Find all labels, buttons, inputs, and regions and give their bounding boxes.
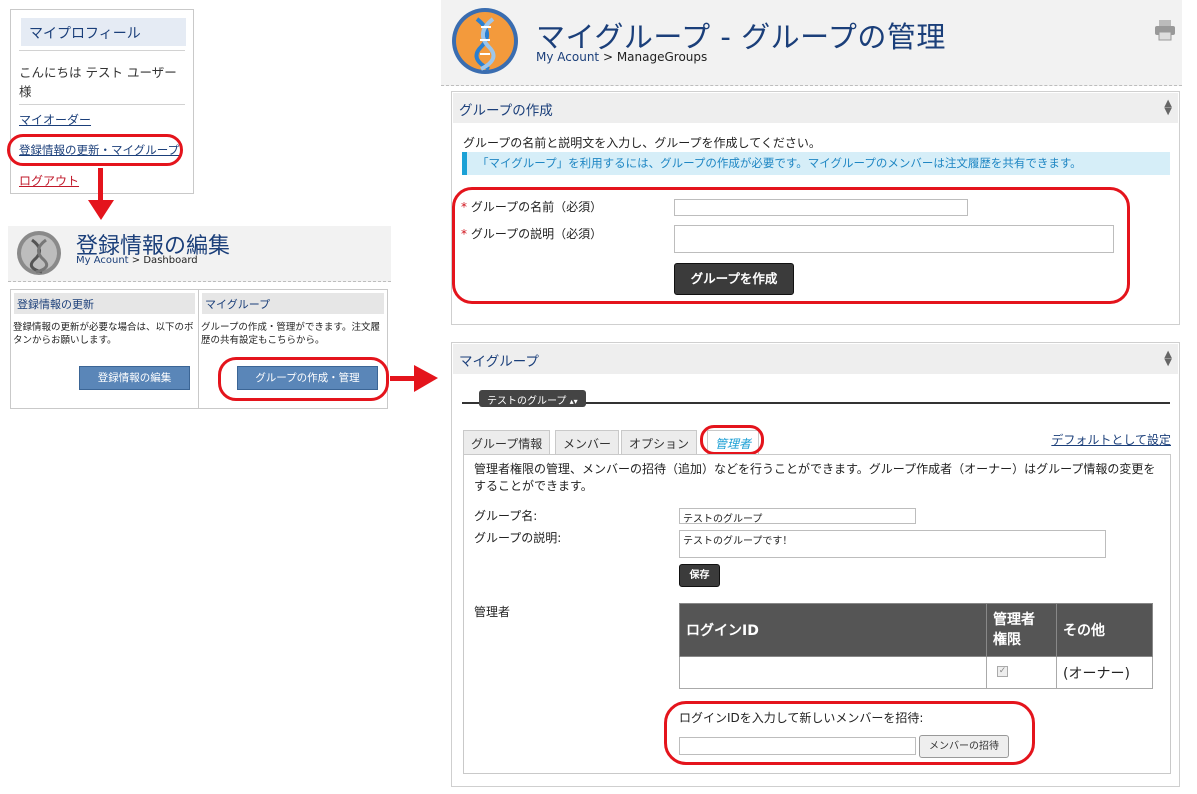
create-group-panel: グループの作成 ▲ ▼ グループの名前と説明文を入力し、グループを作成してください… (451, 91, 1180, 325)
mygroup-column: マイグループ グループの作成・管理ができます。注文履歴の共有設定もこちらから。 … (199, 290, 387, 408)
col-other: その他 (1056, 603, 1153, 657)
group-select-value: テストのグループ (487, 396, 567, 407)
mygroup-title: マイグループ (459, 354, 539, 370)
profile-box: マイプロフィール こんにちは テスト ユーザー様 マイオーダー 登録情報の更新・… (10, 9, 194, 194)
sort-toggle-icon[interactable]: ▲ ▼ (1164, 350, 1172, 368)
tab-group-info[interactable]: グループ情報 (463, 430, 551, 454)
breadcrumb-link[interactable]: My Acount (76, 255, 129, 266)
group-name-label: * グループの名前（必須） (461, 198, 602, 215)
edit-profile-button[interactable]: 登録情報の編集 (79, 366, 190, 390)
breadcrumb: My Acount > Dashboard (76, 255, 198, 266)
cell-login-id (679, 656, 987, 689)
create-group-heading: グループの作成 ▲ ▼ (453, 93, 1178, 123)
group-desc-textarea[interactable]: テストのグループです！ (679, 530, 1106, 558)
manage-groups-button[interactable]: グループの作成・管理 (237, 366, 378, 390)
required-mark: * (461, 227, 467, 241)
profile-title: マイプロフィール (21, 18, 186, 46)
tab-bar: グループ情報 メンバー オプション 管理者 デフォルトとして設定 (463, 430, 1171, 454)
dashboard-header: 登録情報の編集 My Acount > Dashboard (8, 226, 391, 282)
update-heading: 登録情報の更新 (14, 293, 195, 314)
page-header: マイグループ - グループの管理 My Acount > ManageGroup… (441, 0, 1182, 86)
table-header-row: ログインID 管理者 権限 その他 (679, 603, 1153, 657)
dna-avatar-icon (17, 231, 61, 275)
tab-options[interactable]: オプション (621, 430, 698, 454)
admins-table: ログインID 管理者 権限 その他 ✓ (オーナー) (679, 603, 1153, 689)
arrow-down-icon (98, 168, 103, 204)
col-admin-permission: 管理者 権限 (986, 603, 1057, 657)
col-login-id: ログインID (679, 603, 987, 657)
mygroup-heading: マイグループ (202, 293, 384, 314)
my-orders-link[interactable]: マイオーダー (19, 111, 91, 128)
sort-toggle-icon[interactable]: ▲ ▼ (1164, 99, 1172, 117)
breadcrumb-link[interactable]: My Acount (536, 50, 599, 64)
group-desc-textarea[interactable] (674, 225, 1114, 253)
set-default-link[interactable]: デフォルトとして設定 (1051, 431, 1171, 448)
cell-other: (オーナー) (1056, 656, 1153, 689)
mygroup-panel: マイグループ ▲ ▼ テストのグループ ▴▾ グループ情報 メンバー オプション … (451, 342, 1180, 787)
greeting-text: こんにちは テスト ユーザー様 (19, 65, 177, 99)
breadcrumb: My Acount > ManageGroups (536, 50, 707, 64)
mygroup-heading: マイグループ ▲ ▼ (453, 344, 1178, 374)
cell-admin-checkbox[interactable]: ✓ (986, 656, 1057, 689)
tab-members[interactable]: メンバー (555, 430, 620, 454)
group-name-label: グループ名: (474, 509, 538, 523)
notice-bar: 「マイグループ」を利用するには、グループの作成が必要です。マイグループのメンバー… (462, 152, 1170, 175)
group-desc-label: グループの説明: (474, 531, 562, 545)
arrow-head-icon (88, 200, 114, 220)
required-mark: * (461, 200, 467, 214)
save-button[interactable]: 保存 (679, 564, 720, 587)
group-name-label-text: グループの名前（必須） (470, 200, 603, 214)
invite-label: ログインIDを入力して新しいメンバーを招待: (679, 711, 924, 725)
admin-description: 管理者権限の管理、メンバーの招待（追加）などを行うことができます。グループ作成者… (474, 462, 1156, 493)
group-name-input[interactable] (674, 199, 968, 216)
invite-login-input[interactable] (679, 737, 916, 755)
create-group-title: グループの作成 (459, 103, 553, 119)
create-intro: グループの名前と説明文を入力し、グループを作成してください。 (463, 136, 821, 150)
logout-link[interactable]: ログアウト (19, 172, 79, 189)
breadcrumb-separator: > (128, 255, 144, 266)
group-name-input[interactable]: テストのグループ (679, 508, 916, 525)
create-group-button[interactable]: グループを作成 (674, 263, 794, 295)
group-desc-label-text: グループの説明（必須） (470, 227, 603, 241)
invite-member-button[interactable]: メンバーの招待 (919, 735, 1009, 758)
arrow-head-icon (414, 365, 438, 392)
breadcrumb-separator: > (599, 50, 617, 64)
checkbox-icon[interactable]: ✓ (997, 666, 1008, 677)
breadcrumb-current: ManageGroups (616, 50, 708, 64)
breadcrumb-current: Dashboard (143, 255, 198, 266)
table-row: ✓ (オーナー) (679, 656, 1153, 689)
update-mygroup-link[interactable]: 登録情報の更新・マイグループ (19, 142, 179, 158)
dashboard-panel: 登録情報の更新 登録情報の更新が必要な場合は、以下のボタンからお願いします。 登… (10, 289, 388, 409)
group-select-dropdown[interactable]: テストのグループ ▴▾ (479, 390, 586, 407)
mygroup-text: グループの作成・管理ができます。注文履歴の共有設定もこちらから。 (201, 322, 380, 346)
tab-admins[interactable]: 管理者 (707, 430, 760, 454)
chevron-updown-icon: ▴▾ (569, 397, 578, 406)
admins-label: 管理者 (474, 605, 511, 619)
divider (19, 104, 185, 105)
divider (19, 50, 185, 51)
dna-logo-icon (452, 8, 518, 74)
tab-content: 管理者権限の管理、メンバーの招待（追加）などを行うことができます。グループ作成者… (463, 454, 1171, 774)
arrow-right-icon (390, 376, 416, 381)
printer-icon[interactable] (1154, 19, 1176, 41)
group-desc-label: * グループの説明（必須） (461, 225, 602, 242)
update-column: 登録情報の更新 登録情報の更新が必要な場合は、以下のボタンからお願いします。 登… (11, 290, 199, 408)
update-text: 登録情報の更新が必要な場合は、以下のボタンからお願いします。 (13, 322, 194, 346)
